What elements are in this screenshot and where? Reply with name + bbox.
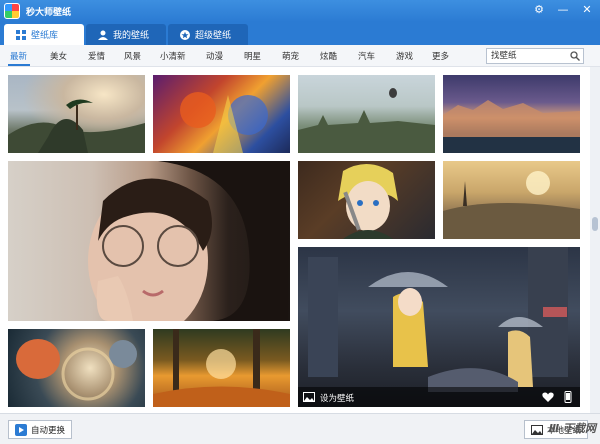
category-more[interactable]: 更多 xyxy=(432,50,449,62)
thumb-art xyxy=(308,247,568,392)
category-bar: 最新 美女 爱情 风景 小清新 动漫 明星 萌宠 炫酷 汽车 游戏 更多 找壁纸 xyxy=(0,45,600,67)
wallpaper-thumb-coastal-town[interactable] xyxy=(443,75,580,153)
search-input[interactable]: 找壁纸 xyxy=(486,48,584,64)
scrollbar-thumb[interactable] xyxy=(592,217,598,231)
gallery-scrollbar[interactable] xyxy=(590,67,600,413)
category-star[interactable]: 明星 xyxy=(244,50,261,62)
wallpaper-thumb-mountain-pine[interactable] xyxy=(8,75,145,153)
category-cool[interactable]: 炫酷 xyxy=(320,50,337,62)
search-text: 找壁纸 xyxy=(491,51,517,61)
active-category-indicator xyxy=(8,64,30,66)
app-logo-icon xyxy=(4,3,20,19)
thumb-art xyxy=(16,339,137,401)
wallpaper-thumb-game-heroes[interactable] xyxy=(153,75,290,153)
settings-icon[interactable]: ⚙ xyxy=(532,3,546,17)
site-watermark: Ⅲ 下载网 xyxy=(548,422,596,435)
search-icon[interactable] xyxy=(570,51,580,61)
app-title: 秒大师壁纸 xyxy=(26,8,72,18)
category-car[interactable]: 汽车 xyxy=(358,50,375,62)
auto-change-label: 自动更换 xyxy=(31,425,66,436)
main-tab-bar: 壁纸库 我的壁纸 超级壁纸 xyxy=(0,22,600,45)
thumb-art xyxy=(88,161,290,321)
tab-label: 壁纸库 xyxy=(31,31,59,41)
bottom-bar: 自动更换 本地壁纸 xyxy=(0,413,600,444)
tab-wallpaper-library[interactable]: 壁纸库 xyxy=(4,24,84,45)
play-icon xyxy=(15,423,27,436)
minimize-button[interactable]: — xyxy=(556,3,570,17)
category-latest[interactable]: 最新 xyxy=(10,50,27,62)
category-game[interactable]: 游戏 xyxy=(396,50,413,62)
tab-label: 我的壁纸 xyxy=(113,31,150,41)
set-wallpaper-button[interactable]: 设为壁纸 xyxy=(320,392,354,404)
tab-my-wallpaper[interactable]: 我的壁纸 xyxy=(86,24,166,45)
thumb-art xyxy=(153,329,290,407)
wallpaper-gallery: 设为壁纸 xyxy=(0,67,590,413)
category-beauty[interactable]: 美女 xyxy=(50,50,67,62)
wallpaper-thumb-anime-boy[interactable] xyxy=(298,161,435,239)
thumb-art xyxy=(443,100,580,153)
category-pet[interactable]: 萌宠 xyxy=(282,50,299,62)
wallpaper-thumb-sunset-field[interactable] xyxy=(443,161,580,239)
thumb-art xyxy=(8,99,145,153)
image-icon xyxy=(303,392,315,402)
wallpaper-thumb-planets[interactable] xyxy=(8,329,145,407)
image-icon xyxy=(531,424,543,435)
star-circle-icon xyxy=(180,29,190,40)
wallpaper-action-bar: 设为壁纸 xyxy=(298,387,580,407)
tab-label: 超级壁纸 xyxy=(195,31,232,41)
tab-super-wallpaper[interactable]: 超级壁纸 xyxy=(168,24,248,45)
user-icon xyxy=(98,30,108,40)
close-button[interactable]: ✕ xyxy=(580,3,594,17)
thumb-art xyxy=(443,171,580,239)
wallpaper-thumb-girl-glasses[interactable] xyxy=(8,161,290,321)
thumb-art xyxy=(338,163,398,239)
title-bar: 秒大师壁纸 ⚙ — ✕ xyxy=(0,0,600,22)
heart-icon[interactable] xyxy=(542,391,554,403)
category-fresh[interactable]: 小清新 xyxy=(160,50,186,62)
auto-change-button[interactable]: 自动更换 xyxy=(8,420,73,439)
category-scenery[interactable]: 风景 xyxy=(124,50,141,62)
phone-icon[interactable] xyxy=(562,391,574,403)
wallpaper-thumb-autumn-forest[interactable] xyxy=(153,329,290,407)
category-love[interactable]: 爱情 xyxy=(88,50,105,62)
thumb-art xyxy=(180,92,268,153)
wallpaper-thumb-anime-rain-city[interactable]: 设为壁纸 xyxy=(298,247,580,407)
window-controls: ⚙ — ✕ xyxy=(532,3,594,17)
thumb-art xyxy=(298,88,435,153)
wallpaper-thumb-bagan-balloon[interactable] xyxy=(298,75,435,153)
category-anime[interactable]: 动漫 xyxy=(206,50,223,62)
grid-icon xyxy=(16,29,26,40)
